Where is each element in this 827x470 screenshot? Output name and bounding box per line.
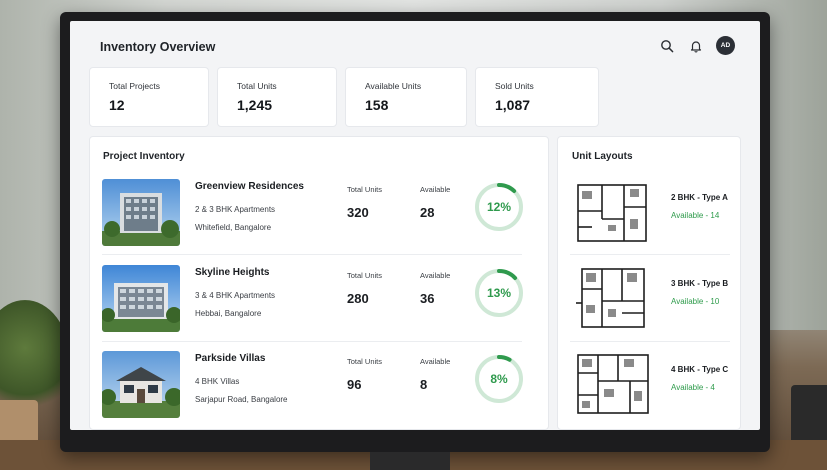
- floor-plan-image: [576, 268, 645, 328]
- panel-title: Unit Layouts: [572, 151, 633, 162]
- layout-name: 2 BHK - Type A: [671, 193, 728, 202]
- panel-title: Project Inventory: [103, 151, 185, 162]
- stat-card-total-projects: Total Projects 12: [89, 67, 209, 127]
- layout-availability: Available - 10: [671, 297, 720, 306]
- layout-row[interactable]: 4 BHK - Type C Available - 4: [558, 351, 740, 430]
- unit-layouts-panel: Unit Layouts 2 BHK - Type A Available - …: [557, 136, 741, 430]
- availability-percent: 12%: [486, 200, 512, 214]
- stat-card-total-units: Total Units 1,245: [217, 67, 337, 127]
- project-name: Skyline Heights: [195, 267, 270, 278]
- stat-label: Sold Units: [495, 81, 534, 91]
- header: Inventory Overview AD: [70, 21, 760, 66]
- stat-value: 12: [109, 97, 125, 113]
- stat-value: 1,245: [237, 97, 273, 113]
- bell-icon[interactable]: [689, 39, 703, 53]
- stat-card-available-units: Available Units 158: [345, 67, 467, 127]
- divider: [570, 254, 730, 255]
- divider: [102, 254, 522, 255]
- stat-value: 1,087: [495, 97, 531, 113]
- stat-value: 158: [365, 97, 389, 113]
- divider: [570, 341, 730, 342]
- avatar[interactable]: AD: [716, 36, 735, 55]
- stat-label: Available Units: [365, 81, 422, 91]
- available-label: Available: [420, 185, 451, 194]
- project-row[interactable]: Skyline Heights 3 & 4 BHK Apartments Heb…: [90, 265, 530, 351]
- total-units-value: 96: [347, 377, 362, 392]
- project-image: [102, 351, 180, 418]
- floor-plan-image: [577, 354, 649, 414]
- available-label: Available: [420, 271, 451, 280]
- divider: [102, 341, 522, 342]
- stat-label: Total Projects: [109, 81, 161, 91]
- available-value: 36: [420, 291, 435, 306]
- total-units-label: Total Units: [347, 185, 383, 194]
- layout-availability: Available - 14: [671, 211, 720, 220]
- app-screen: Inventory Overview AD Total Projects 12 …: [70, 21, 760, 430]
- layout-name: 4 BHK - Type C: [671, 365, 729, 374]
- project-row[interactable]: Greenview Residences 2 & 3 BHK Apartment…: [90, 179, 530, 265]
- project-row[interactable]: Parkside Villas 4 BHK Villas Sarjapur Ro…: [90, 351, 530, 430]
- stat-card-sold-units: Sold Units 1,087: [475, 67, 599, 127]
- project-type: 3 & 4 BHK Apartments: [195, 291, 276, 300]
- total-units-value: 320: [347, 205, 369, 220]
- layout-availability: Available - 4: [671, 383, 715, 392]
- page-title: Inventory Overview: [100, 40, 216, 54]
- stat-label: Total Units: [237, 81, 277, 91]
- available-value: 28: [420, 205, 435, 220]
- available-label: Available: [420, 357, 451, 366]
- total-units-label: Total Units: [347, 271, 383, 280]
- project-name: Greenview Residences: [195, 181, 304, 192]
- project-name: Parkside Villas: [195, 353, 266, 364]
- layout-row[interactable]: 3 BHK - Type B Available - 10: [558, 265, 740, 345]
- floor-plan-image: [577, 184, 647, 242]
- project-type: 4 BHK Villas: [195, 377, 240, 386]
- project-type: 2 & 3 BHK Apartments: [195, 205, 276, 214]
- project-image: [102, 265, 180, 332]
- project-location: Hebbai, Bangalore: [195, 309, 262, 318]
- available-value: 8: [420, 377, 428, 392]
- total-units-label: Total Units: [347, 357, 383, 366]
- search-icon[interactable]: [660, 39, 674, 53]
- project-inventory-panel: Project Inventory Greenview Residences 2…: [89, 136, 549, 430]
- project-location: Sarjapur Road, Bangalore: [195, 395, 288, 404]
- total-units-value: 280: [347, 291, 369, 306]
- project-location: Whitefield, Bangalore: [195, 223, 272, 232]
- layout-row[interactable]: 2 BHK - Type A Available - 14: [558, 179, 740, 259]
- monitor-stand: [370, 452, 450, 470]
- layout-name: 3 BHK - Type B: [671, 279, 729, 288]
- project-image: [102, 179, 180, 246]
- availability-percent: 8%: [490, 372, 508, 386]
- availability-percent: 13%: [486, 286, 512, 300]
